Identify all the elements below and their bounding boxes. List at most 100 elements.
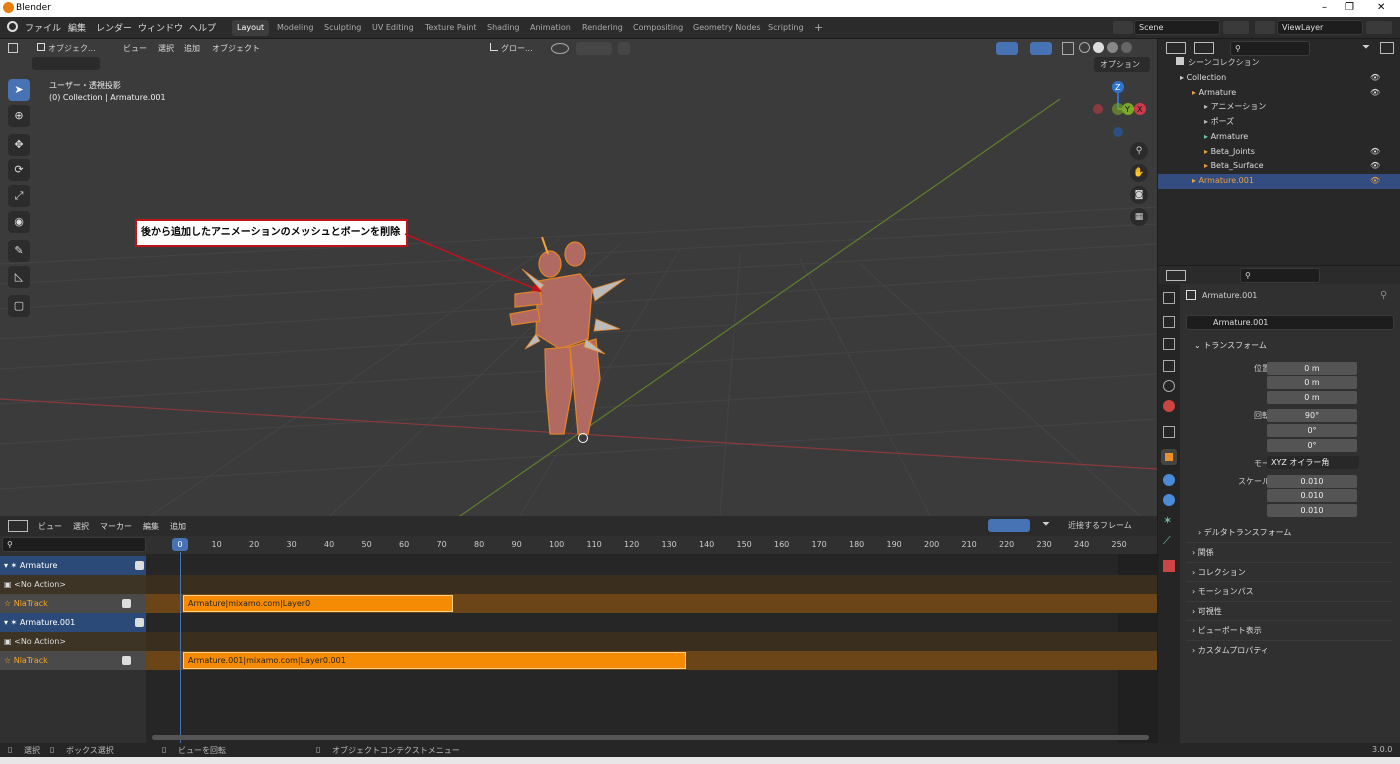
properties-panel[interactable]: › カスタムプロパティ [1186, 640, 1392, 659]
properties-panel[interactable]: › 可視性 [1186, 600, 1392, 620]
viewport-menu-add[interactable]: 追加 [184, 43, 200, 54]
perspective-grid-icon[interactable]: ▦ [1130, 208, 1148, 226]
tab-geometry-nodes[interactable]: Geometry Nodes [688, 20, 765, 36]
outliner-row[interactable]: ▸ Collection 👁 [1158, 71, 1400, 86]
add-workspace-button[interactable]: + [809, 20, 828, 36]
nla-editor[interactable]: ビュー 選択 マーカー 編集 追加 ⏷ 近接するフレーム ⚲ 0 10 20 30 4… [0, 516, 1157, 743]
view-layer-tab-icon[interactable] [1163, 360, 1175, 372]
transform-tool-button[interactable]: ◉ [8, 211, 30, 233]
rotate-tool-button[interactable]: ⟳ [8, 159, 30, 181]
snap-mode-selector[interactable]: 近接するフレーム [1062, 519, 1152, 533]
outliner-row[interactable]: ▸ Armature 👁 [1158, 86, 1400, 101]
tab-modeling[interactable]: Modeling [272, 20, 318, 36]
select-mode-buttons[interactable] [32, 57, 100, 70]
bone-tab-icon[interactable]: ⟋ [1163, 534, 1175, 547]
measure-tool-button[interactable]: ◺ [8, 266, 30, 288]
nla-editor-type-icon[interactable] [8, 520, 28, 532]
nla-frame-ruler[interactable]: 0 10 20 30 40 50 60 70 80 90 100 110 120 130 140 150 16… [0, 537, 1157, 554]
scene-icon[interactable] [1113, 21, 1133, 34]
viewport-menu-select[interactable]: 選択 [158, 43, 174, 54]
restore-button[interactable]: ❐ [1345, 2, 1354, 13]
view-layer-icon[interactable] [1255, 21, 1275, 34]
move-tool-button[interactable]: ✥ [8, 134, 30, 156]
outliner[interactable]: ⚲ ⏷ シーンコレクション ▸ Collection 👁 ▸ Armature 👁 ▸ … [1158, 39, 1400, 265]
properties-panel[interactable]: › モーションパス [1186, 581, 1392, 600]
rotation-y-field[interactable]: 0° [1267, 424, 1357, 437]
snap-toggle[interactable] [576, 42, 612, 55]
menu-window[interactable]: ウィンドウ [138, 21, 183, 34]
filter-funnel-icon[interactable]: ⏷ [1036, 519, 1056, 532]
scene-collection-row[interactable]: シーンコレクション [1158, 56, 1400, 71]
nla-strip[interactable]: Armature|mixamo.com|Layer0 [183, 595, 453, 612]
render-tab-icon[interactable] [1163, 316, 1175, 328]
viewport-options-button[interactable]: オプション [1094, 57, 1150, 72]
view-layer-new-button[interactable] [1366, 21, 1392, 34]
mode-selector[interactable]: オブジェク... [37, 41, 99, 56]
xray-toggle[interactable] [1062, 42, 1074, 55]
properties-editor[interactable]: ⚲ ✶ ⟋ Armature.001 ⚲ Armature.001 ⌄ トランス… [1158, 266, 1400, 743]
tab-scripting[interactable]: Scripting [763, 20, 809, 36]
visibility-eye-icon[interactable]: 👁 [1370, 174, 1380, 188]
tab-animation[interactable]: Animation [525, 20, 576, 36]
location-x-field[interactable]: 0 m [1267, 362, 1357, 375]
constraints-tab-icon[interactable] [1163, 494, 1175, 506]
zoom-icon[interactable]: ⚲ [1130, 142, 1148, 160]
location-y-field[interactable]: 0 m [1267, 376, 1357, 389]
add-cube-tool-button[interactable]: ▢ [8, 295, 30, 317]
nla-channel-object[interactable]: ▾ ✶ Armature.001 [0, 613, 146, 632]
visibility-eye-icon[interactable] [970, 42, 990, 55]
menu-file[interactable]: ファイル [25, 21, 61, 34]
viewport-menu-view[interactable]: ビュー [123, 43, 147, 54]
rotation-x-field[interactable]: 90° [1267, 409, 1357, 422]
nla-strip[interactable]: Armature.001|mixamo.com|Layer0.001 [183, 652, 686, 669]
nla-channel-action[interactable]: ▣ <No Action> [0, 575, 146, 594]
tab-layout[interactable]: Layout [232, 20, 270, 36]
nla-menu-marker[interactable]: マーカー [100, 521, 132, 532]
transform-orientation-selector[interactable]: グロー... [490, 41, 546, 56]
menu-edit[interactable]: 編集 [68, 21, 86, 34]
properties-panel[interactable]: › コレクション [1186, 561, 1392, 581]
nla-channel-object[interactable]: ▾ ✶ Armature [0, 556, 146, 575]
3d-viewport[interactable]: オブジェク... ビュー 選択 追加 オブジェクト グロー... オプション ユ… [0, 39, 1157, 516]
outliner-search-input[interactable]: ⚲ [1230, 41, 1310, 56]
collection-tab-icon[interactable] [1163, 426, 1175, 438]
properties-panel[interactable]: › 関係 [1186, 542, 1392, 561]
scale-y-field[interactable]: 0.010 [1267, 489, 1357, 502]
tab-shading[interactable]: Shading [482, 20, 525, 36]
overlay-toggle[interactable] [1030, 42, 1052, 55]
pivot-point-icon[interactable] [551, 43, 569, 54]
gizmo-toggle[interactable] [996, 42, 1018, 55]
menu-render[interactable]: レンダー [96, 21, 132, 34]
close-button[interactable]: ✕ [1377, 2, 1385, 13]
visibility-eye-icon[interactable]: 👁 [1370, 86, 1380, 100]
armature-data-tab-icon[interactable]: ✶ [1163, 514, 1175, 527]
tab-sculpting[interactable]: Sculpting [319, 20, 366, 36]
tab-rendering[interactable]: Rendering [577, 20, 628, 36]
visibility-eye-icon[interactable]: 👁 [1370, 145, 1380, 159]
tool-tab-icon[interactable] [1163, 292, 1175, 304]
menu-help[interactable]: ヘルプ [189, 21, 216, 34]
nla-filter-toggles[interactable] [988, 519, 1030, 532]
nla-channel-track[interactable]: ☆ NlaTrack [0, 651, 146, 670]
pin-icon[interactable]: ⚲ [1380, 290, 1387, 301]
properties-search-input[interactable]: ⚲ [1240, 268, 1320, 283]
channel-checkbox[interactable] [135, 618, 144, 627]
nla-menu-edit[interactable]: 編集 [143, 521, 159, 532]
view-layer-selector[interactable]: ViewLayer [1277, 20, 1363, 35]
falloff-icon[interactable] [633, 42, 653, 55]
editor-type-icon[interactable] [8, 42, 30, 55]
texture-tab-icon[interactable] [1163, 560, 1175, 572]
visibility-eye-icon[interactable]: 👁 [1370, 159, 1380, 173]
channel-checkbox[interactable] [122, 599, 131, 608]
scale-x-field[interactable]: 0.010 [1267, 475, 1357, 488]
nla-menu-view[interactable]: ビュー [38, 521, 62, 532]
nla-channel-track[interactable]: ☆ NlaTrack [0, 594, 146, 613]
scale-tool-button[interactable]: ⤢ [8, 185, 30, 207]
nla-menu-select[interactable]: 選択 [73, 521, 89, 532]
outliner-row[interactable]: ▸ アニメーション [1158, 100, 1400, 115]
cursor-tool-button[interactable]: ⊕ [8, 105, 30, 127]
visibility-eye-icon[interactable]: 👁 [1370, 71, 1380, 85]
scene-selector[interactable]: Scene [1134, 20, 1220, 35]
viewport-menu-object[interactable]: オブジェクト [212, 43, 260, 54]
channel-checkbox[interactable] [122, 656, 131, 665]
